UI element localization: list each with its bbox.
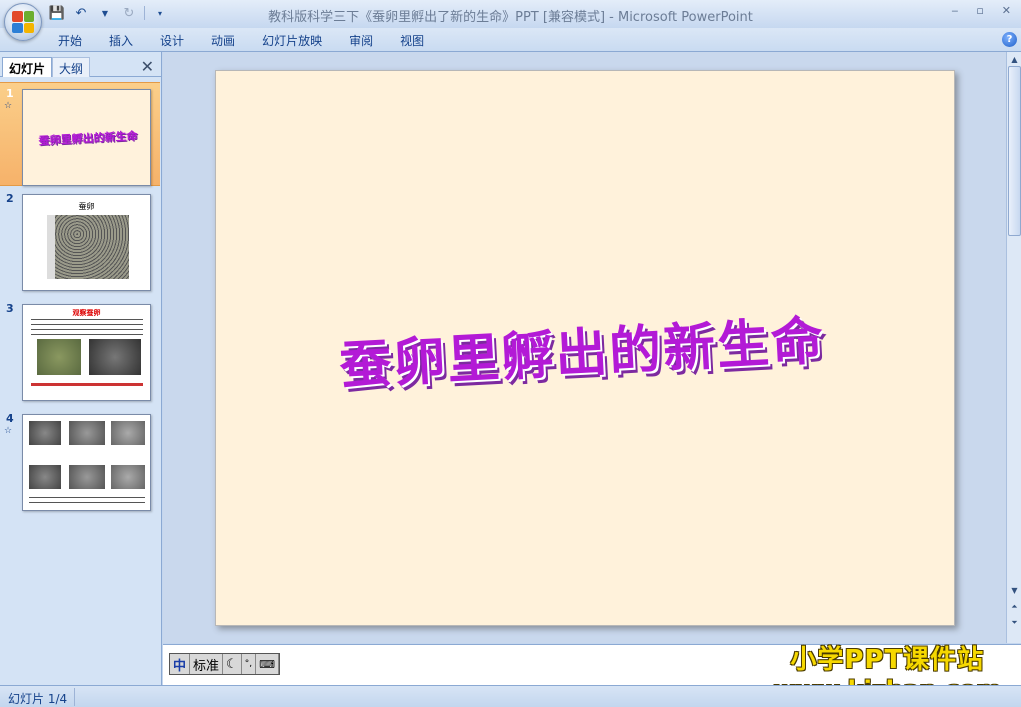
slide-number: 3 [6,302,14,315]
next-slide-icon[interactable]: ⏷ [1008,616,1021,629]
punctuation-icon[interactable]: °, [242,654,257,674]
tab-outline[interactable]: 大纲 [52,57,91,77]
thumbnail-image [22,414,151,511]
slide-editing-area: 蚕卵里孵出的新生命 [163,52,1006,643]
tab-home[interactable]: 开始 [58,32,95,49]
tab-design[interactable]: 设计 [160,32,197,49]
watermark-title: 小学PPT课件站 [790,645,985,675]
close-button[interactable]: ✕ [1002,4,1011,17]
ime-toolbar: 中 标准 ☾ °, ⌨ [169,653,280,675]
tab-animations[interactable]: 动画 [211,32,248,49]
hatching-photo-5 [69,465,105,489]
eggs-photo-right [89,339,141,375]
hatching-photo-4 [29,465,61,489]
office-logo-icon [12,11,34,33]
thumbnail-image: 蚕卵里孵出的新生命 [22,89,151,186]
close-panel-icon[interactable]: ✕ [141,57,154,76]
slide-thumbnail-4[interactable]: 4 ☆ [0,408,160,512]
eggs-photo-left [37,339,81,375]
scroll-up-icon[interactable]: ▲ [1008,53,1021,66]
slide-number: 2 [6,192,14,205]
ime-mode[interactable]: 标准 [190,654,224,674]
ime-language-icon[interactable]: 中 [170,654,191,674]
thumbnail-caption [31,383,143,386]
scroll-down-icon[interactable]: ▼ [1008,584,1021,597]
window-controls: ‒ ▫ ✕ [951,4,1011,17]
slide-counter: 幻灯片 1/4 [8,692,68,706]
panel-tabs: 幻灯片 大纲 ✕ [0,55,162,77]
moon-icon[interactable]: ☾ [223,654,242,674]
scroll-thumb[interactable] [1008,66,1021,236]
thumbnail-title: 蚕卵 [78,202,95,211]
thumbnail-title: 蚕卵里孵出的新生命 [38,129,138,148]
slide-canvas[interactable]: 蚕卵里孵出的新生命 [215,70,955,626]
status-bar: 幻灯片 1/4 [0,685,1021,707]
window-title: 教科版科学三下《蚕卵里孵出了新的生命》PPT [兼容模式] - Microsof… [268,10,753,25]
tab-view[interactable]: 视图 [400,32,437,49]
silkworm-eggs-photo [47,215,129,279]
title-bar: 💾 ↶ ▼ ↻ ▾ 教科版科学三下《蚕卵里孵出了新的生命》PPT [兼容模式] … [0,0,1021,41]
thumbnail-image: 蚕卵 [22,194,151,291]
restore-button[interactable]: ▫ [976,4,983,17]
slide-number: 1 [6,87,14,100]
notes-pane[interactable]: 中 标准 ☾ °, ⌨ 小学PPT课件站 www.kjzhan.com [163,644,1021,704]
slide-thumbnail-3[interactable]: 3 观察蚕卵 [0,298,160,402]
animation-indicator-icon: ☆ [4,101,13,111]
slides-panel: 幻灯片 大纲 ✕ 1 ☆ 蚕卵里孵出的新生命 2 蚕卵 3 观察蚕卵 4 ☆ [0,52,162,685]
ribbon: 开始 插入 设计 动画 幻灯片放映 审阅 视图 ? [0,28,1021,52]
slide-thumbnail-1[interactable]: 1 ☆ 蚕卵里孵出的新生命 [0,82,160,186]
ribbon-tabs: 开始 插入 设计 动画 幻灯片放映 审阅 视图 [58,32,451,49]
status-divider [74,688,75,706]
office-button[interactable] [4,3,42,41]
hatching-photo-1 [29,421,61,445]
previous-slide-icon[interactable]: ⏶ [1008,600,1021,613]
keyboard-icon[interactable]: ⌨ [256,654,279,674]
slide-number: 4 [6,412,14,425]
hatching-photo-3 [111,421,145,445]
vertical-scrollbar[interactable]: ▲ ▼ ⏶ ⏷ [1006,52,1021,643]
thumbnail-text-lines [29,495,145,505]
hatching-photo-6 [111,465,145,489]
minimize-button[interactable]: ‒ [951,4,958,17]
help-icon[interactable]: ? [1002,32,1017,47]
thumbnail-text-lines [31,317,143,335]
tab-slides[interactable]: 幻灯片 [2,57,53,77]
animation-indicator-icon: ☆ [4,426,13,436]
thumbnail-image: 观察蚕卵 [22,304,151,401]
slide-title[interactable]: 蚕卵里孵出的新生命 [320,297,843,399]
hatching-photo-2 [69,421,105,445]
tab-review[interactable]: 审阅 [349,32,386,49]
tab-slideshow[interactable]: 幻灯片放映 [262,32,335,49]
slide-thumbnail-2[interactable]: 2 蚕卵 [0,188,160,292]
tab-insert[interactable]: 插入 [109,32,146,49]
